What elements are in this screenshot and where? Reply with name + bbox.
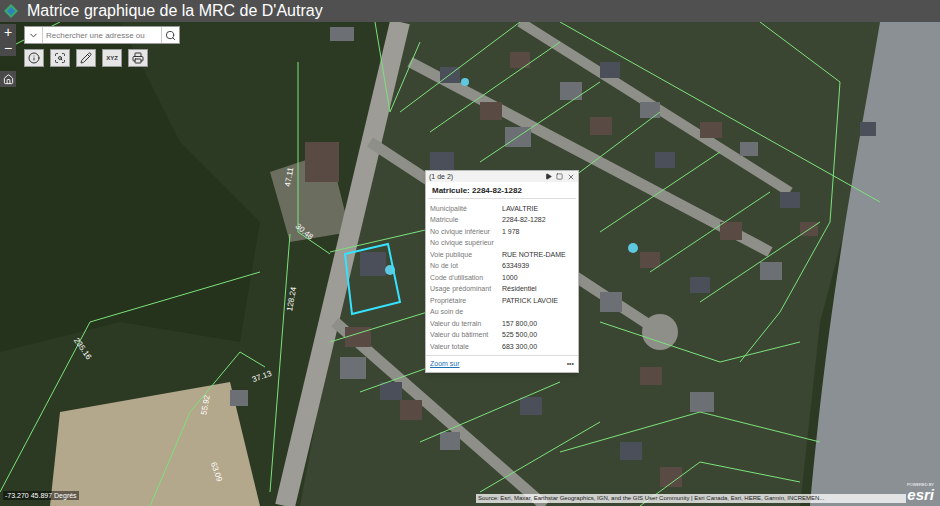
map-view[interactable]: 47.1130.48128.24235.1637.1355.9263.09+−X…	[0, 22, 940, 506]
attribute-value: RUE NOTRE-DAME	[502, 250, 566, 260]
attribute-row: Usage prédominantRésidentiel	[430, 284, 574, 296]
popup-pager: (1 de 2)	[429, 172, 453, 182]
attribute-row: Valeur totale683 300,00	[430, 341, 574, 353]
attribute-row: Voie publiqueRUE NOTRE-DAME	[430, 249, 574, 261]
popup-footer: Zoom sur •••	[426, 355, 578, 372]
print-button[interactable]	[128, 49, 148, 67]
attribute-value: PATRICK LAVOIE	[502, 296, 558, 306]
info-icon	[28, 52, 40, 64]
search-button[interactable]	[161, 27, 179, 43]
logo-icon	[3, 3, 19, 19]
attribute-row: Au soin de	[430, 307, 574, 319]
popup-title: Matricule: 2284-82-1282	[428, 182, 576, 199]
attribute-value: 683 300,00	[502, 342, 537, 352]
attribute-value: 1 978	[502, 227, 520, 237]
attribute-row: Code d'utilisation1000	[430, 272, 574, 284]
map-toolbar: +− XYZ	[0, 24, 180, 87]
attribute-label: Propriétaire	[430, 296, 502, 306]
attribute-row: No civique inférieur1 978	[430, 226, 574, 238]
attribution-text: Source: Esri, Maxar, Earthstar Geographi…	[478, 494, 904, 503]
attribute-value: LAVALTRIE	[502, 204, 538, 214]
attribute-label: Voie publique	[430, 250, 502, 260]
close-icon[interactable]	[567, 173, 575, 181]
attribute-value: 157 800,00	[502, 319, 537, 329]
coordinate-button[interactable]: XYZ	[102, 49, 122, 67]
zoom-to-link[interactable]: Zoom sur	[430, 359, 460, 369]
header-bar: Matrice graphique de la MRC de D'Autray	[0, 0, 940, 22]
search-box	[24, 26, 180, 44]
tool-row: XYZ	[24, 49, 180, 67]
zoom-out-button[interactable]: −	[0, 40, 16, 56]
app-title: Matrice graphique de la MRC de D'Autray	[27, 1, 323, 21]
app: Matrice graphique de la MRC de D'Autray4…	[0, 0, 940, 506]
feature-popup: (1 de 2)Matricule: 2284-82-1282Municipal…	[425, 170, 579, 373]
attribute-label: Matricule	[430, 215, 502, 225]
attribute-label: Valeur du bâtiment	[430, 330, 502, 340]
attribute-table: MunicipalitéLAVALTRIEMatricule2284-82-12…	[426, 199, 578, 353]
query-icon	[54, 52, 66, 64]
esri-brand: esri	[907, 487, 934, 502]
attribute-row: Valeur du bâtiment525 500,00	[430, 330, 574, 342]
attribute-row: Valeur du terrain157 800,00	[430, 318, 574, 330]
search-input[interactable]	[43, 27, 161, 43]
attribute-label: Municipalité	[430, 204, 502, 214]
attribute-value: 1000	[502, 273, 518, 283]
attribute-value: 6334939	[502, 261, 529, 271]
more-actions[interactable]: •••	[567, 359, 574, 369]
attribute-label: Au soin de	[430, 307, 502, 317]
home-button[interactable]	[0, 71, 16, 87]
next-feature-icon[interactable]	[545, 173, 552, 180]
popup-header: (1 de 2)	[426, 171, 578, 182]
attribute-row: No civique supérieur	[430, 238, 574, 250]
attribute-value: 525 500,00	[502, 330, 537, 340]
attribute-label: Valeur totale	[430, 342, 502, 352]
attribute-value: 2284-82-1282	[502, 215, 546, 225]
attribute-value: Résidentiel	[502, 284, 537, 294]
attribute-row: Matricule2284-82-1282	[430, 215, 574, 227]
search-source-dropdown[interactable]	[25, 27, 43, 43]
query-button[interactable]	[50, 49, 70, 67]
esri-logo: POWERED BYesri	[907, 482, 934, 502]
draw-button[interactable]	[76, 49, 96, 67]
zoom-in-button[interactable]: +	[0, 24, 16, 40]
attribute-row: PropriétairePATRICK LAVOIE	[430, 295, 574, 307]
attribution-bar: Source: Esri, Maxar, Earthstar Geographi…	[476, 494, 906, 503]
attribute-label: Code d'utilisation	[430, 273, 502, 283]
attribute-label: No civique supérieur	[430, 238, 502, 248]
magnifier-icon	[165, 30, 176, 41]
attribute-label: No de lot	[430, 261, 502, 271]
home-icon	[3, 74, 14, 85]
maximize-icon[interactable]	[556, 173, 563, 180]
pencil-icon	[80, 52, 92, 64]
coordinate-readout: -73.270 45.897 Degrés	[3, 491, 79, 500]
attribute-label: Valeur du terrain	[430, 319, 502, 329]
identify-button[interactable]	[24, 49, 44, 67]
chevron-down-icon	[28, 30, 39, 41]
attribute-label: Usage prédominant	[430, 284, 502, 294]
attribute-row: No de lot6334939	[430, 261, 574, 273]
printer-icon	[132, 52, 144, 64]
attribute-label: No civique inférieur	[430, 227, 502, 237]
attribute-row: MunicipalitéLAVALTRIE	[430, 203, 574, 215]
